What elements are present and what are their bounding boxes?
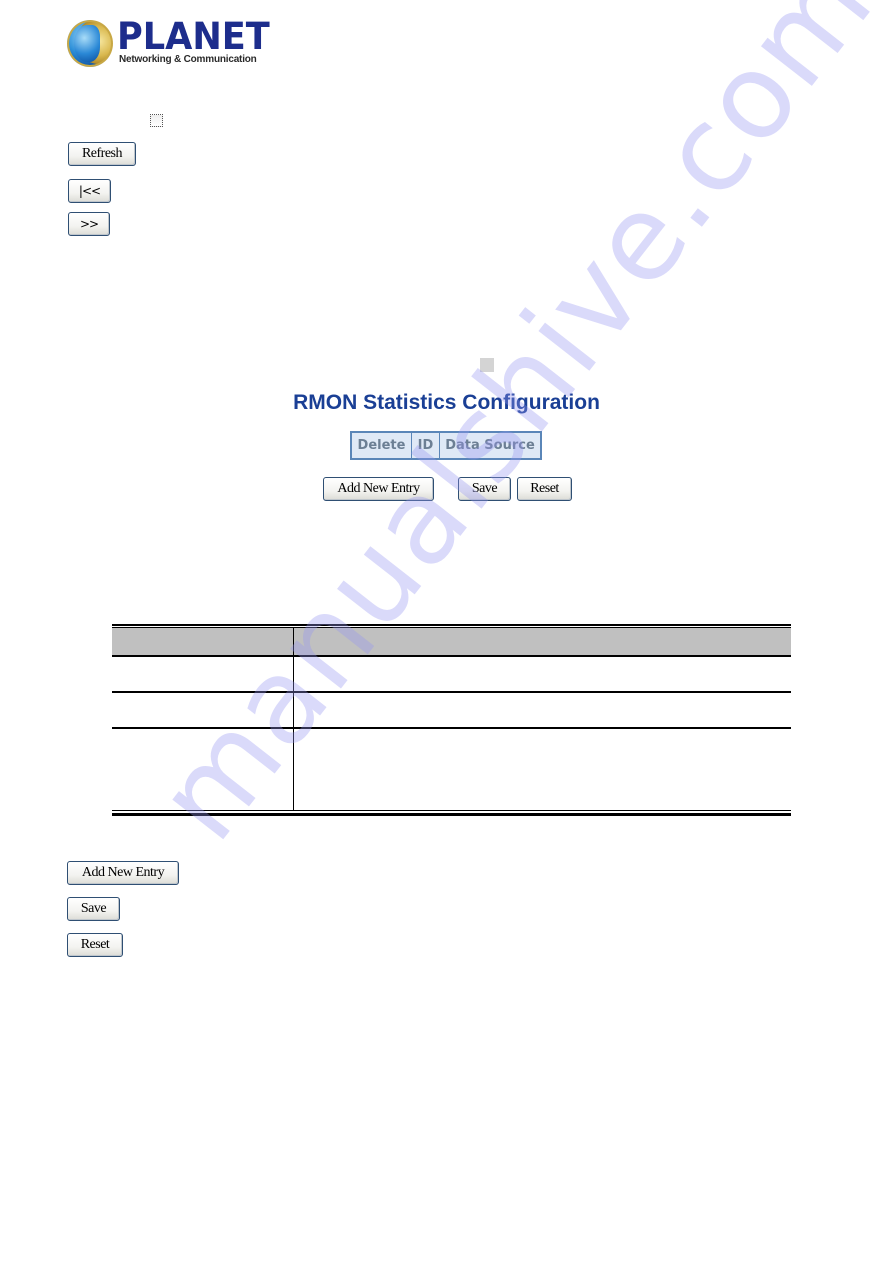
refresh-button[interactable]: Refresh [68,142,136,166]
logo-title: PLANET [117,15,270,58]
save-button-legend[interactable]: Save [67,897,120,921]
auto-refresh-checkbox[interactable] [150,114,163,127]
description-table-header [112,628,791,656]
rmon-statistics-title: RMON Statistics Configuration [293,391,600,414]
column-header-data-source: Data Source [445,438,535,453]
rmon-statistics-table-header: Delete ID Data Source [350,431,542,460]
screenshot-placeholder-icon [480,358,494,372]
reset-button-legend[interactable]: Reset [67,933,123,957]
reset-button[interactable]: Reset [517,477,572,501]
column-header-delete: Delete [352,433,412,458]
first-page-label: |<< [78,184,101,198]
add-new-entry-button-legend[interactable]: Add New Entry [67,861,179,885]
add-new-entry-button[interactable]: Add New Entry [323,477,434,501]
next-page-button[interactable]: >> [68,212,110,236]
column-header-id: ID [412,433,440,458]
next-page-label: >> [79,217,99,231]
first-page-button[interactable]: |<< [68,179,111,203]
planet-logo-icon [67,20,113,67]
description-table [112,624,791,816]
save-button[interactable]: Save [458,477,511,501]
logo-subtitle: Networking & Communication [119,54,257,65]
